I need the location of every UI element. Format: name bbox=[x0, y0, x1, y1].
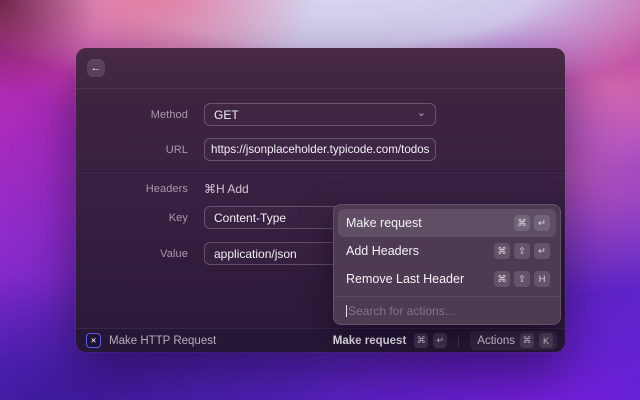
h-key-icon: H bbox=[534, 271, 550, 287]
url-row: URL bbox=[76, 138, 565, 161]
return-key-icon: ↵ bbox=[534, 243, 550, 259]
footer-separator bbox=[458, 334, 460, 347]
back-button[interactable]: ← bbox=[87, 59, 105, 77]
cmd-key-icon: ⌘ bbox=[514, 215, 530, 231]
key-label: Key bbox=[168, 211, 188, 224]
headers-row: Headers ⌘H Add bbox=[76, 179, 565, 199]
extension-glyph: ✕ bbox=[90, 336, 97, 345]
k-key-icon: K bbox=[539, 333, 553, 348]
chevron-down-icon: ⌄ bbox=[416, 106, 426, 119]
cmd-key-icon: ⌘ bbox=[494, 243, 510, 259]
actions-label: Actions bbox=[477, 334, 515, 347]
method-row: Method GET ⌄ bbox=[76, 103, 565, 126]
action-label: Make request bbox=[346, 216, 422, 230]
action-label: Add Headers bbox=[346, 244, 419, 258]
action-item-add-headers[interactable]: Add Headers ⌘ ⇧ ↵ bbox=[338, 237, 556, 265]
action-search-input[interactable] bbox=[348, 303, 548, 318]
action-item-make-request[interactable]: Make request ⌘ ↵ bbox=[338, 209, 556, 237]
primary-action-button[interactable]: Make request bbox=[333, 335, 407, 347]
shift-key-icon: ⇧ bbox=[514, 243, 530, 259]
shortcut-keys: ⌘ ↵ bbox=[514, 215, 550, 231]
section-divider bbox=[76, 171, 565, 172]
method-select[interactable]: GET ⌄ bbox=[204, 103, 436, 126]
popup-search-row bbox=[338, 297, 556, 324]
headers-label: Headers bbox=[145, 183, 188, 195]
url-input[interactable] bbox=[204, 138, 436, 161]
window-footer: ✕ Make HTTP Request Make request ⌘ ↵ Act… bbox=[76, 328, 565, 352]
action-label: Remove Last Header bbox=[346, 272, 465, 286]
raycast-window: ← Method GET ⌄ URL Headers ⌘H Add Key Va… bbox=[76, 48, 565, 352]
action-item-remove-last-header[interactable]: Remove Last Header ⌘ ⇧ H bbox=[338, 265, 556, 293]
cmd-key-icon: ⌘ bbox=[414, 333, 429, 348]
cmd-key-icon: ⌘ bbox=[494, 271, 510, 287]
actions-popup: Make request ⌘ ↵ Add Headers ⌘ ⇧ ↵ Remov… bbox=[333, 204, 561, 325]
back-arrow-icon: ← bbox=[90, 62, 102, 74]
text-cursor bbox=[346, 304, 347, 317]
shortcut-keys: ⌘ ⇧ H bbox=[494, 271, 550, 287]
shortcut-keys: ⌘ ⇧ ↵ bbox=[494, 243, 550, 259]
method-label: Method bbox=[150, 108, 188, 121]
extension-title: Make HTTP Request bbox=[109, 334, 217, 347]
extension-icon: ✕ bbox=[86, 333, 101, 348]
return-key-icon: ↵ bbox=[433, 333, 448, 348]
add-header-shortcut-hint[interactable]: ⌘H Add bbox=[204, 182, 249, 196]
actions-menu-button[interactable]: Actions ⌘ K bbox=[470, 331, 557, 350]
return-key-icon: ↵ bbox=[534, 215, 550, 231]
cmd-key-icon: ⌘ bbox=[520, 333, 534, 348]
method-value: GET bbox=[214, 107, 239, 122]
window-header: ← bbox=[76, 48, 565, 88]
url-label: URL bbox=[165, 143, 188, 156]
footer-actions: Make request ⌘ ↵ Actions ⌘ K bbox=[333, 331, 557, 350]
header-divider bbox=[76, 88, 565, 89]
shift-key-icon: ⇧ bbox=[514, 271, 530, 287]
value-label: Value bbox=[160, 247, 188, 260]
